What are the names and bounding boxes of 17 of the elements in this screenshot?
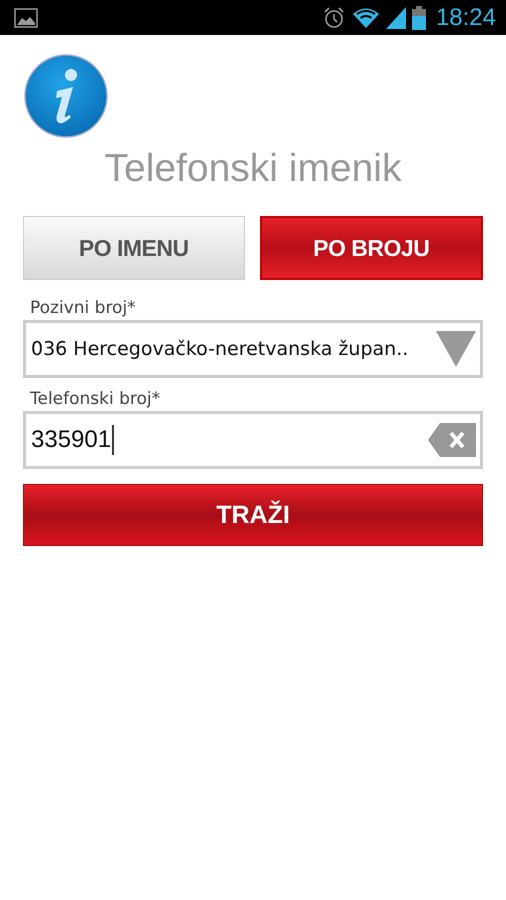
clock-time: 18:24: [436, 4, 496, 32]
dropdown-arrow-icon: [436, 331, 476, 367]
alarm-icon: [322, 6, 346, 30]
dropdown-field[interactable]: 036 Hercegovačko-neretvanska župan..: [23, 320, 483, 378]
field-label: Pozivni broj*: [29, 297, 137, 320]
info-icon: [23, 53, 109, 139]
clear-icon[interactable]: [428, 423, 476, 457]
input-field[interactable]: 335901: [23, 411, 483, 469]
wifi-icon: [352, 6, 380, 28]
battery-icon: [412, 6, 426, 30]
tab[interactable]: PO BROJU: [260, 216, 483, 280]
tab[interactable]: PO IMENU: [23, 216, 244, 280]
gallery-icon: [14, 8, 38, 28]
field-label: Telefonski broj*: [29, 388, 162, 411]
signal-icon: [386, 6, 406, 28]
search-button[interactable]: TRAŽI: [23, 484, 483, 546]
page-title: Telefonski imenik: [104, 147, 402, 192]
